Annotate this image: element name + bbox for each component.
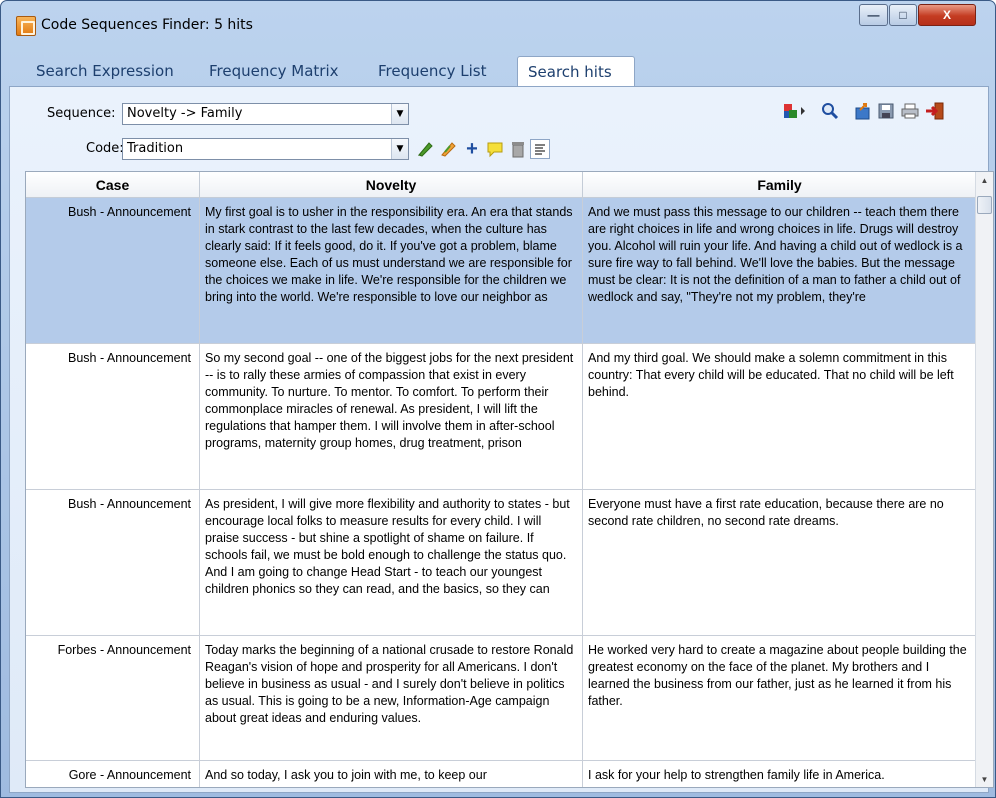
chevron-down-icon[interactable]: ▼ bbox=[391, 104, 408, 124]
case-cell: Gore - Announcement bbox=[26, 761, 200, 787]
maximize-icon: □ bbox=[899, 8, 907, 22]
app-icon bbox=[16, 16, 36, 36]
scroll-down-icon[interactable]: ▼ bbox=[976, 771, 993, 787]
highlighter-green-icon[interactable] bbox=[415, 139, 435, 159]
print-icon[interactable] bbox=[900, 101, 920, 121]
search-hits-panel: Sequence: Novelty -> Family ▼ Code: Trad… bbox=[9, 86, 994, 793]
exit-icon[interactable] bbox=[925, 101, 945, 121]
group-arrow-icon[interactable] bbox=[782, 101, 810, 121]
table-row[interactable]: Bush - Announcement As president, I will… bbox=[26, 490, 977, 636]
novelty-cell: So my second goal -- one of the biggest … bbox=[200, 344, 583, 489]
table-body: Bush - Announcement My first goal is to … bbox=[26, 198, 977, 787]
novelty-cell: My first goal is to usher in the respons… bbox=[200, 198, 583, 343]
sequence-label: Sequence: bbox=[47, 106, 116, 121]
column-header-family[interactable]: Family bbox=[583, 172, 977, 198]
save-icon[interactable] bbox=[876, 101, 896, 121]
delete-icon[interactable] bbox=[508, 139, 528, 159]
family-cell: He worked very hard to create a magazine… bbox=[583, 636, 977, 760]
tab-search-hits[interactable]: Search hits bbox=[517, 56, 635, 86]
table-row[interactable]: Bush - Announcement So my second goal --… bbox=[26, 344, 977, 490]
code-value: Tradition bbox=[127, 141, 184, 156]
code-select[interactable]: Tradition ▼ bbox=[122, 138, 409, 160]
family-cell: And we must pass this message to our chi… bbox=[583, 198, 977, 343]
minimize-icon: — bbox=[867, 8, 880, 22]
sequence-select[interactable]: Novelty -> Family ▼ bbox=[122, 103, 409, 125]
tab-search-expression[interactable]: Search Expression bbox=[26, 56, 184, 86]
comment-icon[interactable] bbox=[485, 139, 505, 159]
text-view-icon[interactable] bbox=[530, 139, 550, 159]
tab-frequency-list[interactable]: Frequency List bbox=[368, 56, 496, 86]
family-cell: And my third goal. We should make a sole… bbox=[583, 344, 977, 489]
code-label: Code: bbox=[86, 141, 124, 156]
highlighter-multi-icon[interactable] bbox=[438, 139, 458, 159]
case-cell: Bush - Announcement bbox=[26, 344, 200, 489]
export-icon[interactable] bbox=[853, 101, 873, 121]
novelty-cell: Today marks the beginning of a national … bbox=[200, 636, 583, 760]
table-header: Case Novelty Family bbox=[26, 172, 977, 198]
add-icon[interactable]: + bbox=[462, 138, 482, 160]
case-cell: Bush - Announcement bbox=[26, 198, 200, 343]
tab-bar: Search Expression Frequency Matrix Frequ… bbox=[9, 56, 987, 86]
maximize-button[interactable]: □ bbox=[889, 4, 917, 26]
column-header-novelty[interactable]: Novelty bbox=[200, 172, 583, 198]
title-bar[interactable]: Code Sequences Finder: 5 hits — □ X bbox=[1, 1, 995, 41]
table-row[interactable]: Forbes - Announcement Today marks the be… bbox=[26, 636, 977, 761]
novelty-cell: And so today, I ask you to join with me,… bbox=[200, 761, 583, 787]
scroll-up-icon[interactable]: ▲ bbox=[976, 172, 993, 190]
table-row[interactable]: Bush - Announcement My first goal is to … bbox=[26, 198, 977, 344]
minimize-button[interactable]: — bbox=[859, 4, 888, 26]
vertical-scrollbar[interactable]: ▲ ▼ bbox=[975, 172, 993, 787]
close-icon: X bbox=[942, 8, 951, 22]
family-cell: Everyone must have a first rate educatio… bbox=[583, 490, 977, 635]
tab-frequency-matrix[interactable]: Frequency Matrix bbox=[199, 56, 349, 86]
novelty-cell: As president, I will give more flexibili… bbox=[200, 490, 583, 635]
column-header-case[interactable]: Case bbox=[26, 172, 200, 198]
scrollbar-thumb[interactable] bbox=[977, 196, 992, 214]
window-title: Code Sequences Finder: 5 hits bbox=[41, 17, 253, 33]
finder-window: Code Sequences Finder: 5 hits — □ X Sear… bbox=[0, 0, 996, 798]
search-hits-table: Case Novelty Family Bush - Announcement … bbox=[25, 171, 994, 788]
close-button[interactable]: X bbox=[918, 4, 976, 26]
case-cell: Forbes - Announcement bbox=[26, 636, 200, 760]
chevron-down-icon[interactable]: ▼ bbox=[391, 139, 408, 159]
case-cell: Bush - Announcement bbox=[26, 490, 200, 635]
table-row[interactable]: Gore - Announcement And so today, I ask … bbox=[26, 761, 977, 787]
search-icon[interactable] bbox=[820, 101, 840, 121]
family-cell: I ask for your help to strengthen family… bbox=[583, 761, 977, 787]
sequence-value: Novelty -> Family bbox=[127, 106, 243, 121]
